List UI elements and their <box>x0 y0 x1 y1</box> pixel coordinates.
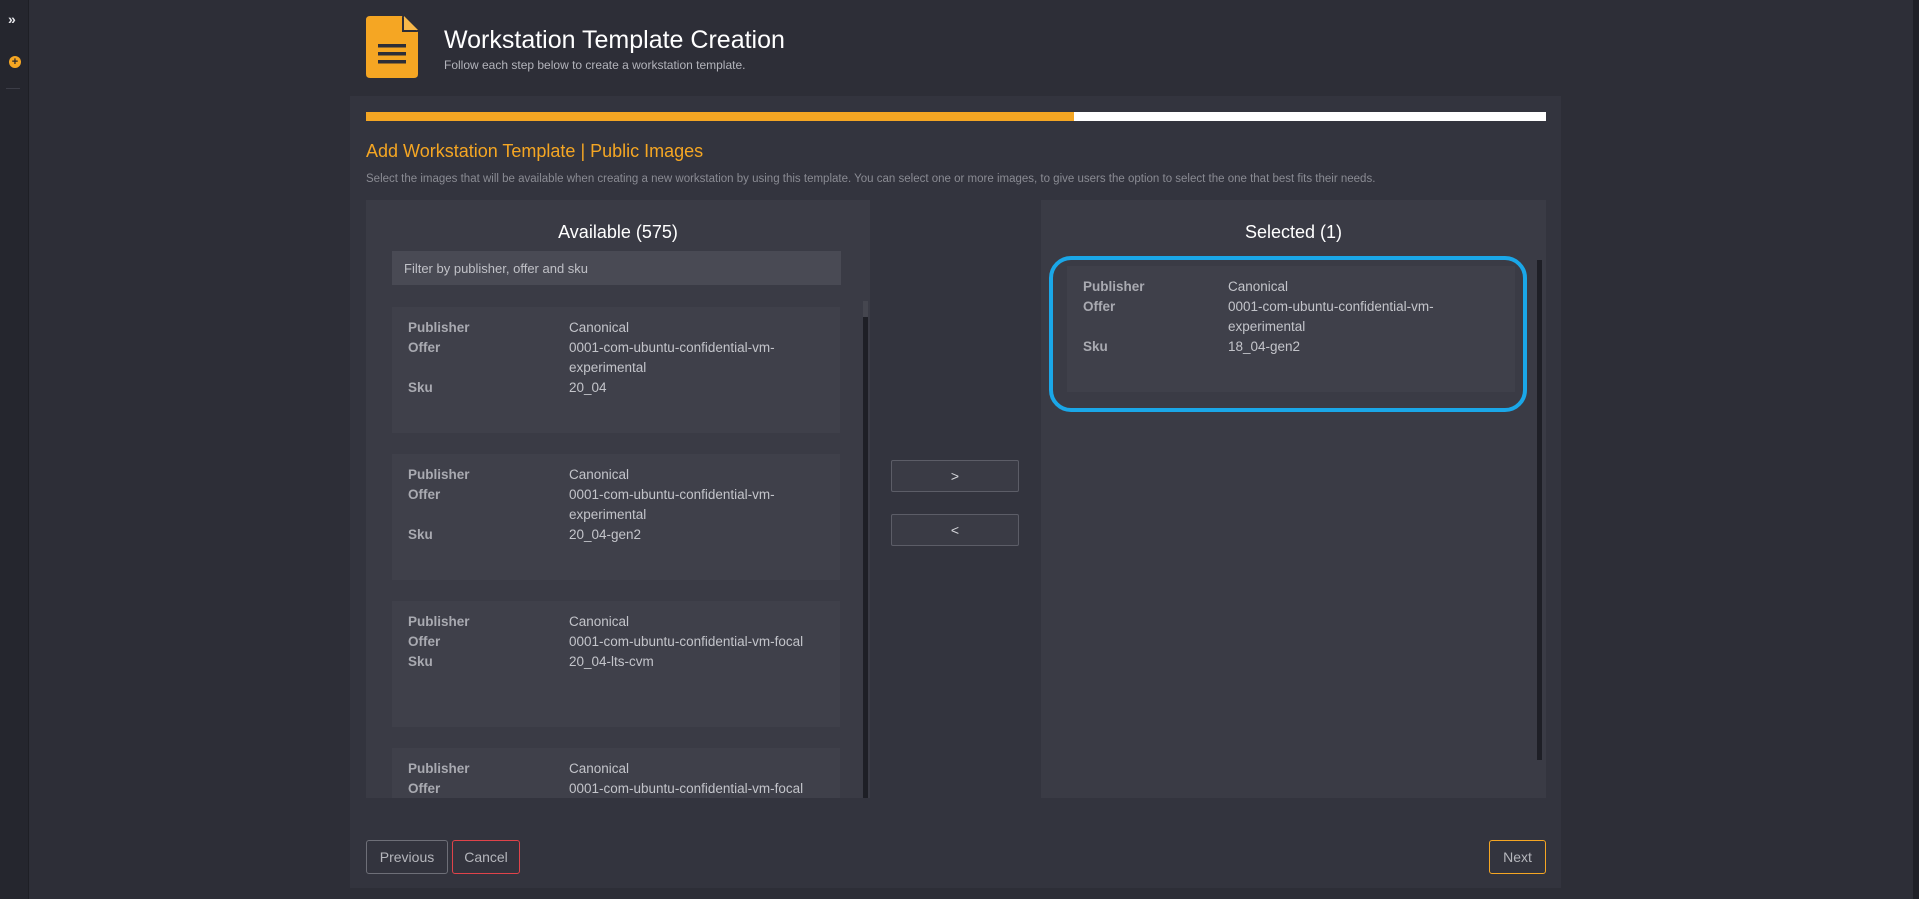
publisher-value: Canonical <box>569 614 630 629</box>
selected-scrollbar-thumb[interactable] <box>1537 260 1542 760</box>
previous-button[interactable]: Previous <box>366 840 448 874</box>
selected-scrollbar[interactable] <box>1537 260 1542 760</box>
offer-value: 0001-com-ubuntu-confidential-vm-focal <box>569 634 804 649</box>
step-title: Add Workstation Template | Public Images <box>366 141 704 161</box>
wizard-panel: Add Workstation Template | Public Images… <box>350 96 1561 888</box>
offer-label: Offer <box>408 781 441 796</box>
offer-value: 0001-com-ubuntu-confidential-vm-experime… <box>569 340 775 375</box>
left-sidebar: » + <box>0 0 29 899</box>
publisher-value: Canonical <box>569 467 630 482</box>
page-subtitle: Follow each step below to create a works… <box>444 58 746 72</box>
publisher-value: Canonical <box>569 320 630 335</box>
filter-input[interactable] <box>392 251 841 285</box>
sku-value: 20_04-lts-cvm <box>569 654 654 669</box>
sku-label: Sku <box>408 380 433 395</box>
publisher-label: Publisher <box>408 614 470 629</box>
offer-label: Offer <box>408 340 441 355</box>
double-chevron-right-icon[interactable]: » <box>8 12 16 26</box>
image-card[interactable]: Publisher Canonical Offer 0001-com-ubuntu-… <box>392 454 840 580</box>
progress-fill <box>366 112 1074 121</box>
sku-value: 20_04 <box>569 380 607 395</box>
available-items: Publisher Canonical Offer 0001-com-ubuntu-… <box>392 307 840 798</box>
add-to-selected-button[interactable]: > <box>891 460 1019 492</box>
progress-bar <box>366 112 1546 121</box>
offer-label: Offer <box>408 634 441 649</box>
page-title: Workstation Template Creation <box>444 26 785 54</box>
publisher-label: Publisher <box>408 761 470 776</box>
publisher-label: Publisher <box>408 467 470 482</box>
cancel-button[interactable]: Cancel <box>452 840 520 874</box>
available-title: Available (575) <box>558 222 678 242</box>
available-images-list: Available (575) Publisher Canonical Offer… <box>366 200 870 798</box>
offer-value: 0001-com-ubuntu-confidential-vm-focal <box>569 781 804 796</box>
sku-label: Sku <box>408 654 433 669</box>
selection-highlight <box>1049 256 1527 412</box>
sku-value: 20_04-gen2 <box>569 527 642 542</box>
offer-value: 0001-com-ubuntu-confidential-vm-experime… <box>569 487 775 522</box>
image-card[interactable]: Publisher Canonical Offer 0001-com-ubuntu-… <box>392 601 840 727</box>
sku-label: Sku <box>408 527 433 542</box>
selected-title: Selected (1) <box>1244 222 1343 242</box>
offer-label: Offer <box>408 487 441 502</box>
available-scrollbar-thumb[interactable] <box>863 317 868 798</box>
publisher-value: Canonical <box>569 761 630 776</box>
sidebar-divider <box>6 88 20 89</box>
available-scrollbar[interactable] <box>863 301 868 798</box>
plus-circle-icon[interactable]: + <box>9 56 21 68</box>
page-scrollbar[interactable] <box>1913 0 1919 899</box>
image-card[interactable]: Publisher Canonical Offer 0001-com-ubuntu-… <box>392 307 840 433</box>
remove-from-selected-button[interactable]: < <box>891 514 1019 546</box>
document-icon <box>366 16 418 78</box>
next-button[interactable]: Next <box>1489 840 1546 874</box>
image-card[interactable]: Publisher Canonical Offer 0001-com-ubuntu-… <box>392 748 840 798</box>
publisher-label: Publisher <box>408 320 470 335</box>
step-description: Select the images that will be available… <box>366 173 1376 185</box>
